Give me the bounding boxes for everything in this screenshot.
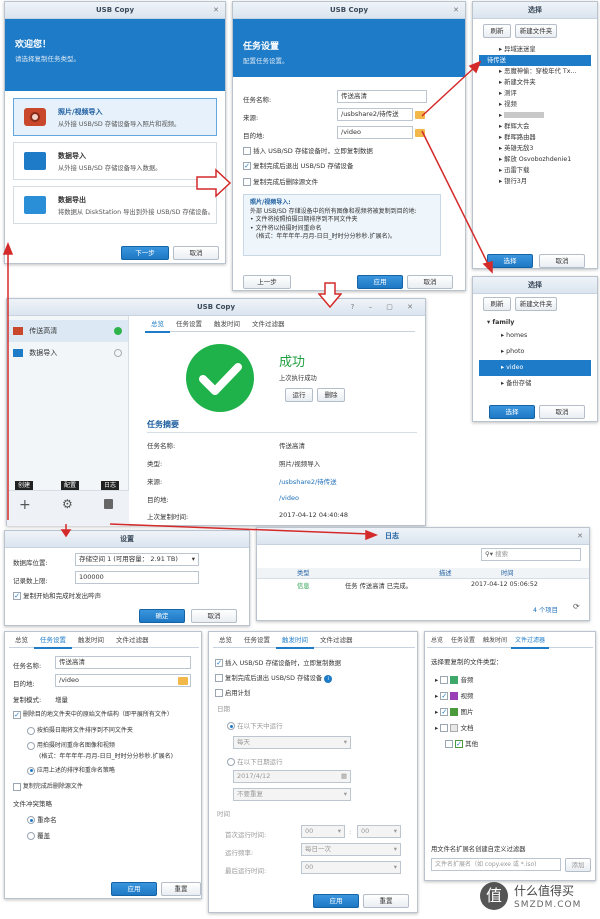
watermark: 值 什么值得买 SMZDM.COM (478, 880, 598, 916)
arrow-icon (2, 60, 493, 541)
smzdm-logo-icon: 值 (480, 882, 508, 910)
watermark-url: SMZDM.COM (514, 900, 582, 910)
watermark-text: 什么值得买 (514, 884, 575, 898)
